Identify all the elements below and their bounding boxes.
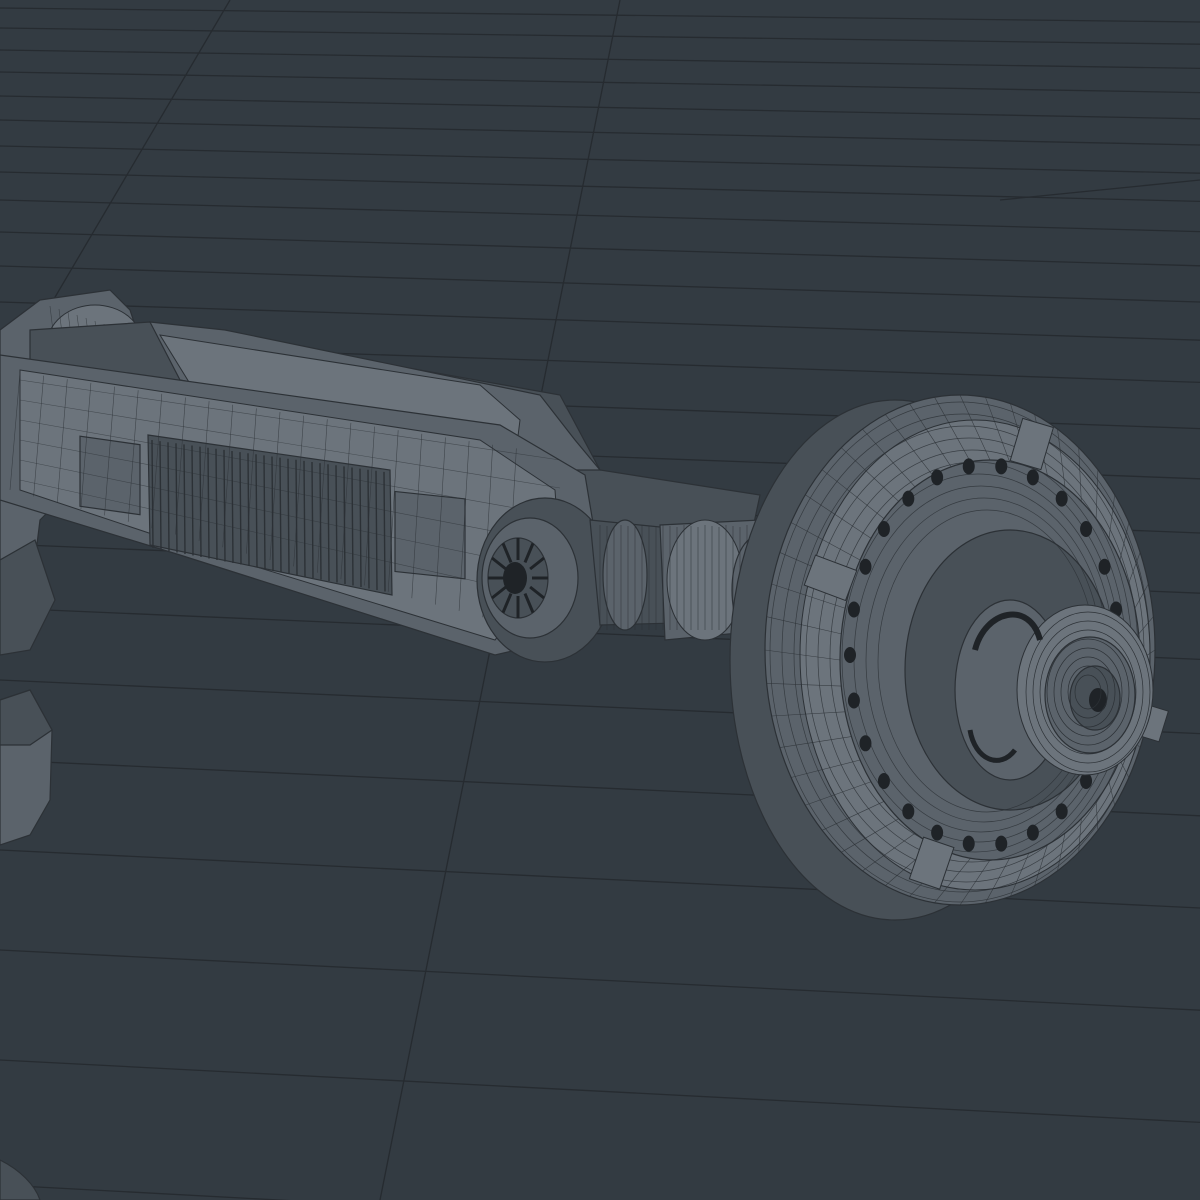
3d-viewport[interactable] <box>0 0 1200 1200</box>
wheel-hub <box>954 599 1154 781</box>
wireframe-render <box>0 0 1200 1200</box>
